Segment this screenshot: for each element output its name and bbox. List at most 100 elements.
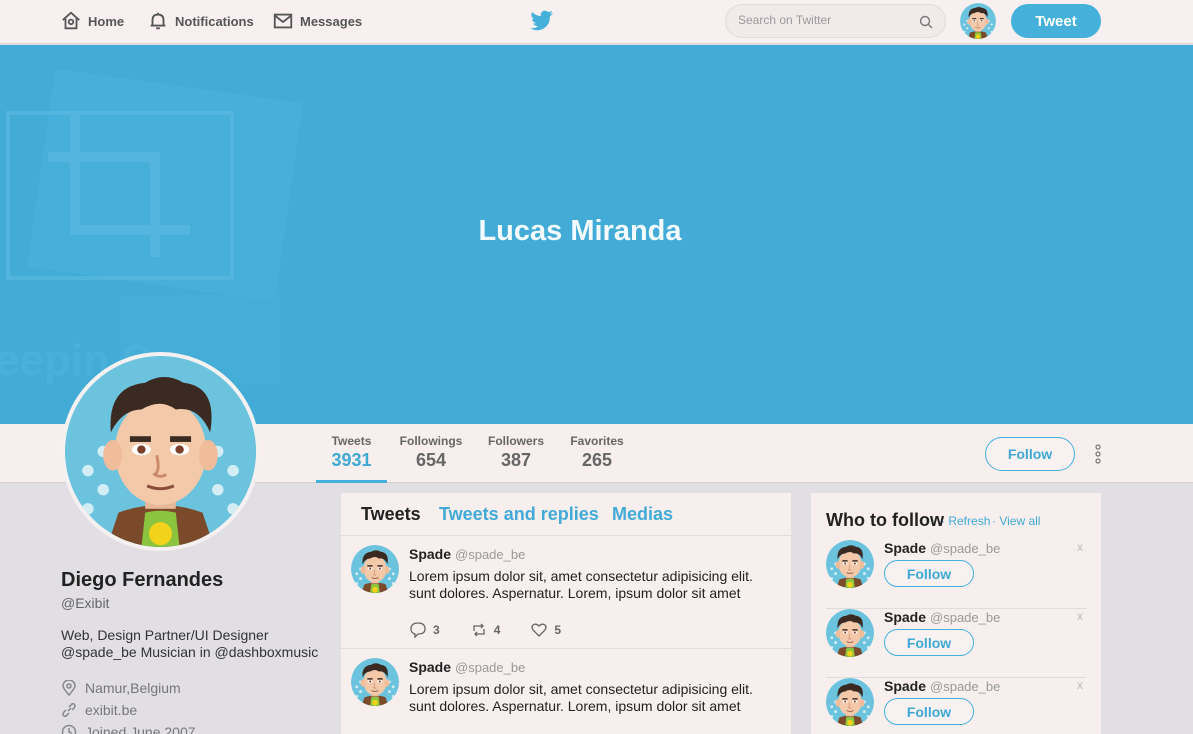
tweet-item[interactable]: Spade @spade_be Lorem ipsum dolor sit, am… — [341, 649, 791, 734]
stat-tweets-value: 3931 — [331, 450, 372, 470]
tweet-author-avatar[interactable] — [351, 658, 399, 706]
avatar-image — [351, 658, 399, 706]
tab-medias[interactable]: Medias — [612, 504, 673, 525]
tweet-text-line-1: Lorem ipsum dolor sit, amet consectetur … — [409, 681, 753, 697]
banner-name: Lucas Miranda — [478, 215, 682, 247]
tweet-author-handle: @spade_be — [455, 547, 526, 562]
nav-home-label: Home — [88, 13, 125, 29]
avatar-image — [826, 609, 874, 657]
avatar-image — [351, 545, 399, 593]
search-icon[interactable] — [919, 15, 933, 29]
stat-favorites-label: Favorites — [570, 434, 624, 448]
more-options-icon[interactable] — [1092, 444, 1104, 464]
tweet-author-name[interactable]: Spade — [409, 546, 451, 562]
tweet-actions: 3 4 5 — [409, 621, 591, 639]
feed-tabs: Tweets Tweets and replies Medias — [341, 493, 791, 536]
follow-button[interactable]: Follow — [985, 437, 1075, 471]
stat-followings-label: Followings — [399, 434, 463, 448]
profile-joined-text: Joined June 2007 — [85, 724, 196, 734]
stat-favorites[interactable]: Favorites 265 — [568, 434, 626, 471]
retweet-icon — [473, 623, 485, 637]
suggestion-author: Spade @spade_be — [884, 609, 1000, 625]
current-user-avatar[interactable] — [960, 3, 996, 39]
suggestion-handle: @spade_be — [930, 541, 1001, 556]
retweet-action[interactable]: 4 — [470, 621, 501, 639]
profile-location-text: Namur,Belgium — [85, 680, 181, 696]
stat-followers[interactable]: Followers 387 — [486, 434, 546, 471]
stat-tweets[interactable]: Tweets 3931 — [316, 434, 387, 471]
refresh-link[interactable]: · Refresh — [941, 514, 990, 528]
suggestion-handle: @spade_be — [930, 610, 1001, 625]
view-all-link[interactable]: · View all — [992, 514, 1040, 528]
tweet-text: Lorem ipsum dolor sit, amet consectetur … — [409, 681, 779, 715]
tweet-text-line-1: Lorem ipsum dolor sit, amet consectetur … — [409, 568, 753, 584]
suggestion-avatar[interactable] — [826, 609, 874, 657]
nav-messages[interactable]: Messages — [272, 10, 362, 32]
profile-website[interactable]: exibit.be — [61, 702, 137, 718]
tweet-text: Lorem ipsum dolor sit, amet consectetur … — [409, 568, 779, 602]
suggestion-item: Spade @spade_be Follow x — [826, 609, 1086, 678]
tab-tweets[interactable]: Tweets — [361, 504, 421, 525]
tweet-item[interactable]: Spade @spade_be Lorem ipsum dolor sit, am… — [341, 536, 791, 649]
profile-handle: @Exibit — [61, 595, 110, 611]
profile-location: Namur,Belgium — [61, 680, 181, 696]
clock-icon — [61, 724, 77, 734]
suggestion-item: Spade @spade_be Follow x — [826, 678, 1086, 734]
avatar-image — [826, 678, 874, 726]
profile-avatar[interactable] — [61, 352, 260, 551]
stat-followings[interactable]: Followings 654 — [398, 434, 464, 471]
link-icon — [62, 702, 76, 718]
stat-followers-value: 387 — [500, 450, 532, 470]
profile-website-text[interactable]: exibit.be — [85, 702, 137, 718]
reply-action[interactable]: 3 — [409, 621, 440, 639]
location-pin-icon — [62, 680, 76, 696]
bell-icon — [150, 12, 166, 30]
dismiss-suggestion-icon[interactable]: x — [1077, 609, 1083, 623]
suggestion-item: Spade @spade_be Follow x — [826, 540, 1086, 609]
tab-tweets-and-replies[interactable]: Tweets and replies — [439, 504, 599, 525]
suggestion-name[interactable]: Spade — [884, 540, 926, 556]
stat-followers-label: Followers — [487, 434, 544, 448]
view-all-link-label: View all — [999, 514, 1041, 528]
suggestion-follow-button[interactable]: Follow — [884, 629, 974, 656]
suggestion-author: Spade @spade_be — [884, 540, 1000, 556]
search-input[interactable] — [738, 13, 908, 27]
tweet-feed: Tweets Tweets and replies Medias Spade @s… — [341, 493, 791, 734]
tweet-author-handle: @spade_be — [455, 660, 526, 675]
like-action[interactable]: 5 — [530, 621, 561, 639]
profile-bio-line-1: Web, Design Partner/UI Designer — [61, 627, 269, 643]
retweet-count: 4 — [493, 623, 501, 637]
stat-followings-value: 654 — [415, 450, 447, 470]
tweet-author: Spade @spade_be — [409, 659, 525, 675]
twitter-bird-icon[interactable] — [530, 10, 554, 32]
nav-home[interactable]: Home — [60, 10, 124, 32]
suggestion-avatar[interactable] — [826, 540, 874, 588]
heart-icon — [531, 623, 548, 637]
dismiss-suggestion-icon[interactable]: x — [1077, 540, 1083, 554]
profile-name: Diego Fernandes — [61, 569, 224, 591]
dismiss-suggestion-icon[interactable]: x — [1077, 678, 1083, 692]
active-stat-indicator — [316, 480, 387, 483]
profile-bio-line-2: @spade_be Musician in @dashboxmusic — [61, 644, 319, 660]
home-icon — [62, 11, 80, 30]
suggestion-follow-button[interactable]: Follow — [884, 698, 974, 725]
suggestion-author: Spade @spade_be — [884, 678, 1000, 694]
refresh-link-label: Refresh — [948, 514, 991, 528]
suggestion-name[interactable]: Spade — [884, 609, 926, 625]
tweet-author: Spade @spade_be — [409, 546, 525, 562]
who-to-follow-title: Who to follow — [826, 510, 944, 530]
tweet-author-name[interactable]: Spade — [409, 659, 451, 675]
suggestion-avatar[interactable] — [826, 678, 874, 726]
nav-messages-label: Messages — [300, 13, 363, 29]
top-navbar: Home Notifications Messages Tweet — [0, 0, 1193, 44]
avatar-image — [960, 3, 996, 39]
tweet-button[interactable]: Tweet — [1011, 4, 1101, 38]
tweet-author-avatar[interactable] — [351, 545, 399, 593]
reply-count: 3 — [433, 623, 440, 637]
suggestion-name[interactable]: Spade — [884, 678, 926, 694]
who-to-follow-panel: Who to follow · Refresh · View all Spade… — [811, 493, 1101, 734]
nav-notifications[interactable]: Notifications — [147, 10, 254, 32]
search-box — [725, 4, 946, 38]
suggestion-follow-button[interactable]: Follow — [884, 560, 974, 587]
profile-bio: Web, Design Partner/UI Designer @spade_b… — [61, 627, 331, 661]
